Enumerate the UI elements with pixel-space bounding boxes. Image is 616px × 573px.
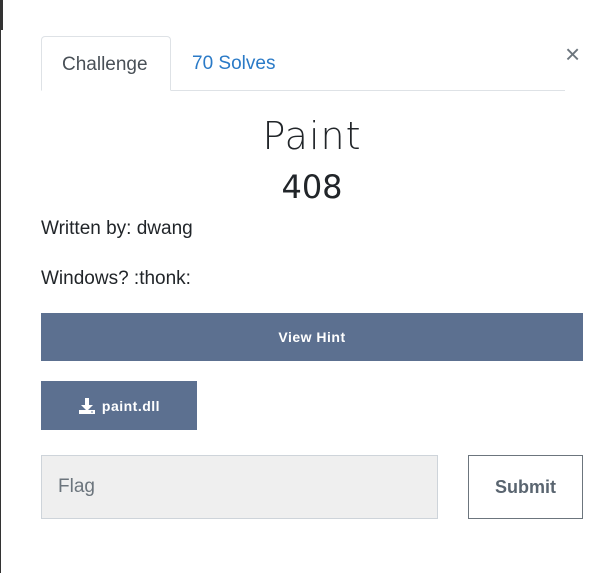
challenge-author: Written by: dwang <box>41 218 193 239</box>
window-edge-stub <box>0 0 3 30</box>
flag-input[interactable] <box>41 455 438 519</box>
download-icon <box>78 397 95 414</box>
challenge-description: Windows? :thonk: <box>41 268 191 289</box>
challenge-page: Challenge 70 Solves × Paint 408 Written … <box>0 0 616 573</box>
tab-bar: Challenge 70 Solves <box>41 36 565 91</box>
challenge-title: Paint <box>262 114 362 158</box>
close-icon[interactable]: × <box>565 41 580 67</box>
download-file-button[interactable]: paint.dll <box>41 381 197 430</box>
download-file-label: paint.dll <box>101 397 161 414</box>
tab-solves[interactable]: 70 Solves <box>172 36 295 89</box>
view-hint-button[interactable]: View Hint <box>41 313 583 361</box>
challenge-points: 408 <box>281 168 343 206</box>
challenge-modal: Challenge 70 Solves × Paint 408 Written … <box>41 36 583 519</box>
flag-form: Submit <box>41 455 583 519</box>
submit-button[interactable]: Submit <box>468 455 583 519</box>
window-edge <box>0 0 1 573</box>
tab-challenge[interactable]: Challenge <box>41 36 171 91</box>
